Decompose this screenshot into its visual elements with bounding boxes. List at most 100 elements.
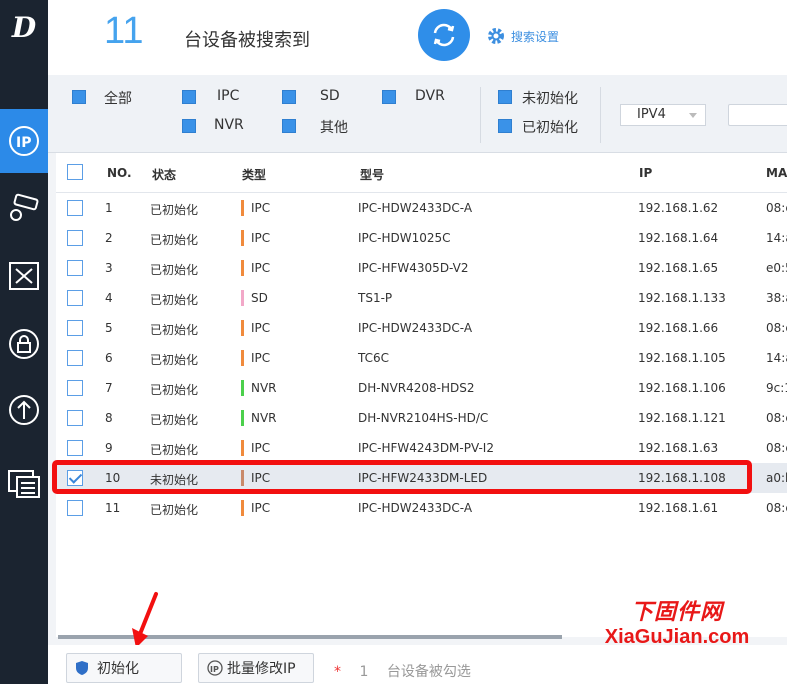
col-ip: IP — [639, 166, 653, 180]
sidebar-item-password-reset[interactable] — [0, 312, 48, 376]
tools-icon — [9, 262, 39, 290]
highlight-box — [52, 460, 752, 494]
selected-label: 台设备被勾选 — [386, 664, 471, 680]
row-no: 9 — [105, 441, 113, 455]
row-checkbox[interactable] — [67, 290, 83, 306]
col-type: 类型 — [242, 168, 267, 182]
table-row[interactable]: 3 已初始化 IPC IPC-HFW4305D-V2 192.168.1.65 e0:5 — [56, 253, 787, 283]
app-logo: D — [11, 11, 37, 44]
row-checkbox[interactable] — [67, 200, 83, 216]
row-model: IPC-HDW2433DC-A — [358, 501, 473, 515]
row-type: NVR — [251, 411, 277, 425]
row-ip: 192.168.1.64 — [638, 231, 719, 245]
table-row[interactable]: 1 已初始化 IPC IPC-HDW2433DC-A 192.168.1.62 08:e — [56, 193, 787, 223]
row-status: 已初始化 — [150, 293, 199, 307]
filter-uninit-checkbox[interactable] — [498, 90, 512, 104]
row-no: 2 — [105, 231, 113, 245]
filter-ipc-label: IPC — [217, 88, 240, 104]
sidebar-item-camera-settings[interactable] — [0, 176, 48, 240]
search-input[interactable] — [728, 104, 787, 126]
filter-other-checkbox[interactable] — [282, 119, 296, 133]
row-model: DH-NVR4208-HDS2 — [358, 381, 475, 395]
table-row[interactable]: 8 已初始化 NVR DH-NVR2104HS-HD/C 192.168.1.121 08… — [56, 403, 787, 433]
row-status: 已初始化 — [150, 383, 199, 397]
svg-text:IP: IP — [210, 665, 219, 674]
row-checkbox[interactable] — [67, 320, 83, 336]
type-color-bar — [241, 410, 244, 426]
select-all-checkbox[interactable] — [67, 164, 83, 180]
table-row[interactable]: 9 已初始化 IPC IPC-HFW4243DM-PV-I2 192.168.1.63 0… — [56, 433, 787, 463]
type-color-bar — [241, 230, 244, 246]
row-mac: 14:a — [766, 351, 787, 365]
type-color-bar — [241, 350, 244, 366]
row-checkbox[interactable] — [67, 350, 83, 366]
initialize-button[interactable]: 初始化 — [66, 653, 182, 683]
batch-modify-ip-button[interactable]: IP 批量修改IP — [198, 653, 314, 683]
row-checkbox[interactable] — [67, 260, 83, 276]
row-model: IPC-HDW2433DC-A — [358, 201, 473, 215]
sidebar-item-config-file[interactable] — [0, 450, 48, 514]
row-ip: 192.168.1.66 — [638, 321, 719, 335]
row-type: IPC — [251, 351, 271, 365]
filter-ipc-checkbox[interactable] — [182, 90, 196, 104]
row-type: SD — [251, 291, 268, 305]
filter-all-checkbox[interactable] — [72, 90, 86, 104]
sidebar-item-ip-search[interactable]: IP — [0, 109, 48, 173]
upgrade-icon — [9, 395, 39, 425]
row-type: IPC — [251, 201, 271, 215]
row-status: 已初始化 — [150, 203, 199, 217]
shield-icon — [76, 661, 88, 675]
type-color-bar — [241, 200, 244, 216]
filter-init-label: 已初始化 — [522, 120, 578, 136]
row-mac: 08:e — [766, 201, 787, 215]
row-mac: 08:e — [766, 441, 787, 455]
row-checkbox[interactable] — [67, 230, 83, 246]
table-row[interactable]: 7 已初始化 NVR DH-NVR4208-HDS2 192.168.1.106 9c:1 — [56, 373, 787, 403]
filter-nvr-checkbox[interactable] — [182, 119, 196, 133]
filter-all-label: 全部 — [104, 91, 132, 107]
row-mac: 38:a — [766, 291, 787, 305]
refresh-button[interactable] — [418, 9, 470, 61]
row-status: 已初始化 — [150, 443, 199, 457]
filter-dvr-checkbox[interactable] — [382, 90, 396, 104]
row-model: IPC-HDW2433DC-A — [358, 321, 473, 335]
table-row[interactable]: 6 已初始化 IPC TC6C 192.168.1.105 14:a — [56, 343, 787, 373]
table-row[interactable]: 5 已初始化 IPC IPC-HDW2433DC-A 192.168.1.66 08:e — [56, 313, 787, 343]
row-checkbox[interactable] — [67, 410, 83, 426]
batch-modify-ip-label: 批量修改IP — [227, 661, 296, 677]
table-row[interactable]: 11 已初始化 IPC IPC-HDW2433DC-A 192.168.1.61 08:e — [56, 493, 787, 523]
filter-sd-checkbox[interactable] — [282, 90, 296, 104]
row-mac: 14:a — [766, 231, 787, 245]
sidebar-item-upgrade[interactable] — [0, 378, 48, 442]
table-row[interactable]: 2 已初始化 IPC IPC-HDW1025C 192.168.1.64 14:a — [56, 223, 787, 253]
table-header: NO. 状态 类型 型号 IP MAC — [56, 153, 787, 193]
row-model: IPC-HFW4305D-V2 — [358, 261, 469, 275]
col-model: 型号 — [360, 168, 385, 182]
row-status: 已初始化 — [150, 413, 199, 427]
row-no: 1 — [105, 201, 113, 215]
svg-text:IP: IP — [16, 135, 31, 151]
row-checkbox[interactable] — [67, 500, 83, 516]
row-status: 已初始化 — [150, 323, 199, 337]
table-row[interactable]: 4 已初始化 SD TS1-P 192.168.1.133 38:a — [56, 283, 787, 313]
ip-version-select[interactable]: IPV4 — [620, 104, 706, 126]
type-color-bar — [241, 500, 244, 516]
document-list-icon — [8, 470, 40, 498]
search-settings-button[interactable]: 搜索设置 — [486, 26, 559, 46]
type-color-bar — [241, 320, 244, 336]
row-type: IPC — [251, 441, 271, 455]
filter-init-checkbox[interactable] — [498, 119, 512, 133]
divider — [600, 87, 601, 143]
row-status: 已初始化 — [150, 353, 199, 367]
sidebar-item-tools[interactable] — [0, 244, 48, 308]
row-model: DH-NVR2104HS-HD/C — [358, 411, 489, 425]
row-checkbox[interactable] — [67, 380, 83, 396]
row-mac: 08:e — [766, 321, 787, 335]
type-color-bar — [241, 440, 244, 456]
row-checkbox[interactable] — [67, 440, 83, 456]
filter-dvr-label: DVR — [415, 88, 445, 104]
filter-bar: 全部 IPC SD DVR NVR 其他 未初始化 已初始化 IPV4 — [48, 75, 787, 153]
filter-sd-label: SD — [320, 88, 340, 104]
row-ip: 192.168.1.65 — [638, 261, 719, 275]
row-no: 11 — [105, 501, 121, 515]
